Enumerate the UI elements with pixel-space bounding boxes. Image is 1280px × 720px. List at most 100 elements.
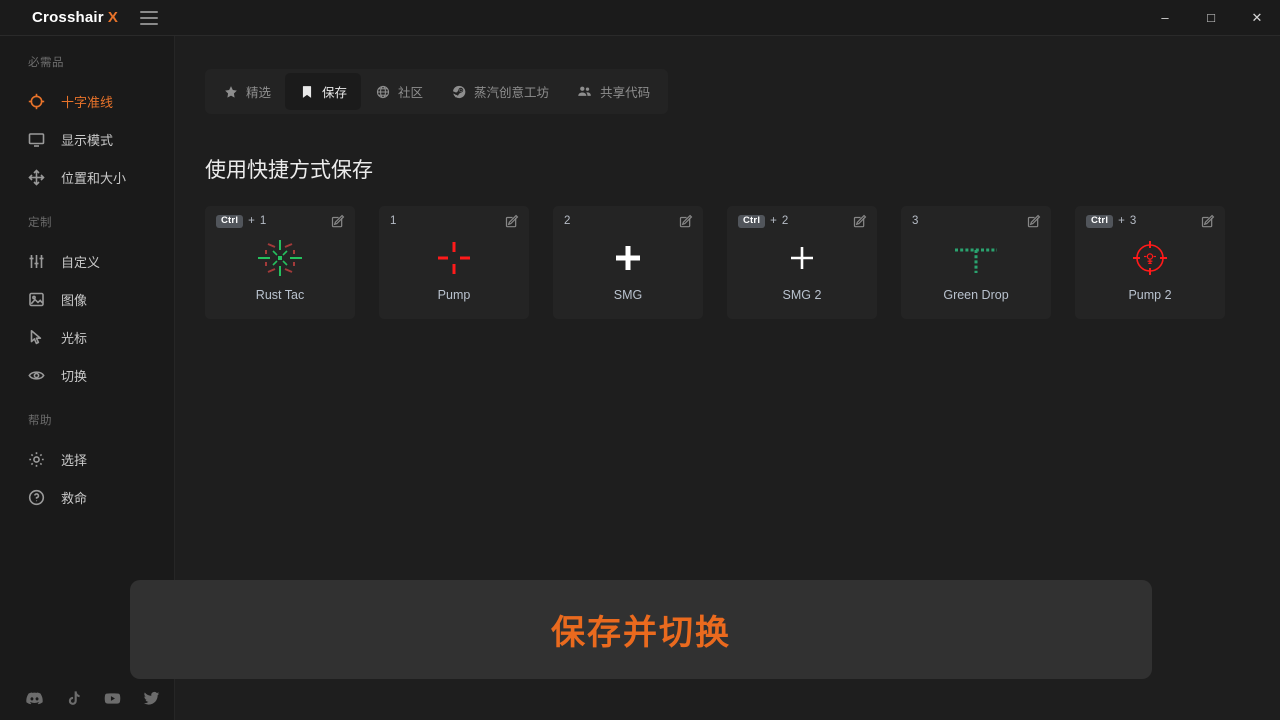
crosshair-preview-rust-tac (205, 236, 355, 280)
shortcut-combo: Ctrl + 1 (216, 214, 267, 228)
sidebar-item-crosshair[interactable]: 十字准线 (0, 82, 174, 120)
discord-icon[interactable] (26, 690, 43, 707)
crosshair-icon (28, 93, 45, 110)
card-header: 3 (901, 206, 1051, 236)
hamburger-icon[interactable] (140, 8, 162, 28)
edit-pencil-icon[interactable] (1201, 214, 1215, 228)
modifier-key-badge: Ctrl (738, 214, 766, 228)
eye-icon (28, 367, 45, 384)
key-separator: + (770, 215, 777, 227)
app-window: Crosshair X – □ ✕ 必需品 十字准线 显示模式 位置和大小 定制… (0, 0, 1280, 720)
crosshair-card-smg-2[interactable]: Ctrl + 2 SMG 2 (727, 206, 877, 319)
card-header: Ctrl + 3 (1075, 206, 1225, 236)
shortcut-key: 2 (564, 215, 571, 227)
sidebar-item-label: 光标 (61, 330, 88, 346)
edit-pencil-icon[interactable] (331, 214, 345, 228)
crosshair-card-pump[interactable]: 1 Pump (379, 206, 529, 319)
sidebar-group-help: 帮助 选择 救命 (0, 394, 174, 516)
edit-pencil-icon[interactable] (1027, 214, 1041, 228)
crosshair-preview-pump (379, 236, 529, 280)
youtube-icon[interactable] (104, 690, 121, 707)
crosshair-card-list: Ctrl + 1 Rust Tac 1 Pump 2 SMG Ctrl + 2 … (205, 206, 1250, 319)
brand-accent: X (107, 9, 119, 26)
crosshair-name: Pump (437, 288, 471, 302)
shortcut-key: 3 (912, 215, 919, 227)
shortcut-combo: Ctrl + 2 (738, 214, 789, 228)
crosshair-name: SMG (613, 288, 643, 302)
crosshair-card-rust-tac[interactable]: Ctrl + 1 Rust Tac (205, 206, 355, 319)
modifier-key-badge: Ctrl (216, 214, 244, 228)
card-header: Ctrl + 1 (205, 206, 355, 236)
sidebar-item-image[interactable]: 图像 (0, 280, 174, 318)
shortcut-combo: 3 (912, 215, 918, 227)
shortcut-key: 1 (259, 215, 267, 227)
crosshair-name: Rust Tac (255, 288, 305, 302)
monitor-icon (28, 131, 45, 148)
modifier-key-badge: Ctrl (1086, 214, 1114, 228)
sidebar-item-help[interactable]: 救命 (0, 478, 174, 516)
twitter-icon[interactable] (143, 690, 160, 707)
sidebar-item-label: 切换 (61, 368, 88, 384)
sidebar-item-label: 十字准线 (61, 94, 114, 110)
save-and-switch-button[interactable]: 保存并切换 (130, 580, 1152, 679)
sidebar-group-title: 帮助 (28, 415, 52, 427)
shortcut-combo: Ctrl + 3 (1086, 214, 1137, 228)
crosshair-name: Pump 2 (1128, 288, 1172, 302)
crosshair-preview-pump-2 (1075, 236, 1225, 280)
sidebar-item-position-size[interactable]: 位置和大小 (0, 158, 174, 196)
gear-icon (28, 451, 45, 468)
shortcut-combo: 1 (390, 215, 396, 227)
card-header: Ctrl + 2 (727, 206, 877, 236)
tiktok-icon[interactable] (65, 690, 82, 707)
brand-name: Crosshair (32, 9, 104, 26)
sidebar-item-label: 位置和大小 (61, 170, 127, 186)
crosshair-card-pump-2[interactable]: Ctrl + 3 Pump 2 (1075, 206, 1225, 319)
shortcut-combo: 2 (564, 215, 570, 227)
key-separator: + (248, 215, 255, 227)
edit-pencil-icon[interactable] (679, 214, 693, 228)
save-and-switch-label: 保存并切换 (551, 614, 731, 652)
shortcut-key: 1 (390, 215, 397, 227)
sidebar-group-customize: 定制 自定义 图像 光标 切换 (0, 196, 174, 394)
close-button[interactable]: ✕ (1234, 0, 1280, 36)
sliders-icon (28, 253, 45, 270)
sidebar-item-cursor[interactable]: 光标 (0, 318, 174, 356)
move-icon (28, 168, 45, 186)
sidebar-item-label: 图像 (61, 292, 88, 308)
crosshair-name: Green Drop (943, 288, 1009, 302)
sidebar-group-title: 必需品 (28, 57, 64, 69)
sidebar-item-label: 选择 (61, 452, 88, 468)
sidebar-item-label: 显示模式 (61, 132, 114, 148)
card-header: 1 (379, 206, 529, 236)
maximize-button[interactable]: □ (1188, 0, 1234, 36)
sidebar-item-toggle[interactable]: 切换 (0, 356, 174, 394)
question-circle-icon (28, 489, 45, 506)
sidebar-item-label: 自定义 (61, 254, 101, 270)
crosshair-card-green-drop[interactable]: 3 Green Drop (901, 206, 1051, 319)
title-bar: Crosshair X – □ ✕ (0, 0, 1280, 36)
image-icon (28, 291, 45, 308)
edit-pencil-icon[interactable] (853, 214, 867, 228)
shortcut-key: 3 (1129, 215, 1137, 227)
crosshair-preview-smg-2 (727, 236, 877, 280)
crosshair-card-smg[interactable]: 2 SMG (553, 206, 703, 319)
edit-pencil-icon[interactable] (505, 214, 519, 228)
sidebar-item-display-mode[interactable]: 显示模式 (0, 120, 174, 158)
key-separator: + (1118, 215, 1125, 227)
shortcut-key: 2 (781, 215, 789, 227)
crosshair-name: SMG 2 (782, 288, 822, 302)
crosshair-preview-green-drop (901, 236, 1051, 280)
social-links (0, 676, 174, 720)
sidebar-item-select[interactable]: 选择 (0, 440, 174, 478)
page-title: 使用快捷方式保存 (205, 159, 373, 182)
window-controls: – □ ✕ (1142, 0, 1280, 36)
sidebar-group-essentials: 必需品 十字准线 显示模式 位置和大小 (0, 36, 174, 196)
sidebar-group-title: 定制 (28, 217, 52, 229)
sidebar-item-label: 救命 (61, 490, 88, 506)
app-brand: Crosshair X (32, 9, 118, 26)
sidebar-item-custom[interactable]: 自定义 (0, 242, 174, 280)
minimize-button[interactable]: – (1142, 0, 1188, 36)
cursor-icon (28, 329, 45, 346)
crosshair-preview-smg (553, 236, 703, 280)
card-header: 2 (553, 206, 703, 236)
